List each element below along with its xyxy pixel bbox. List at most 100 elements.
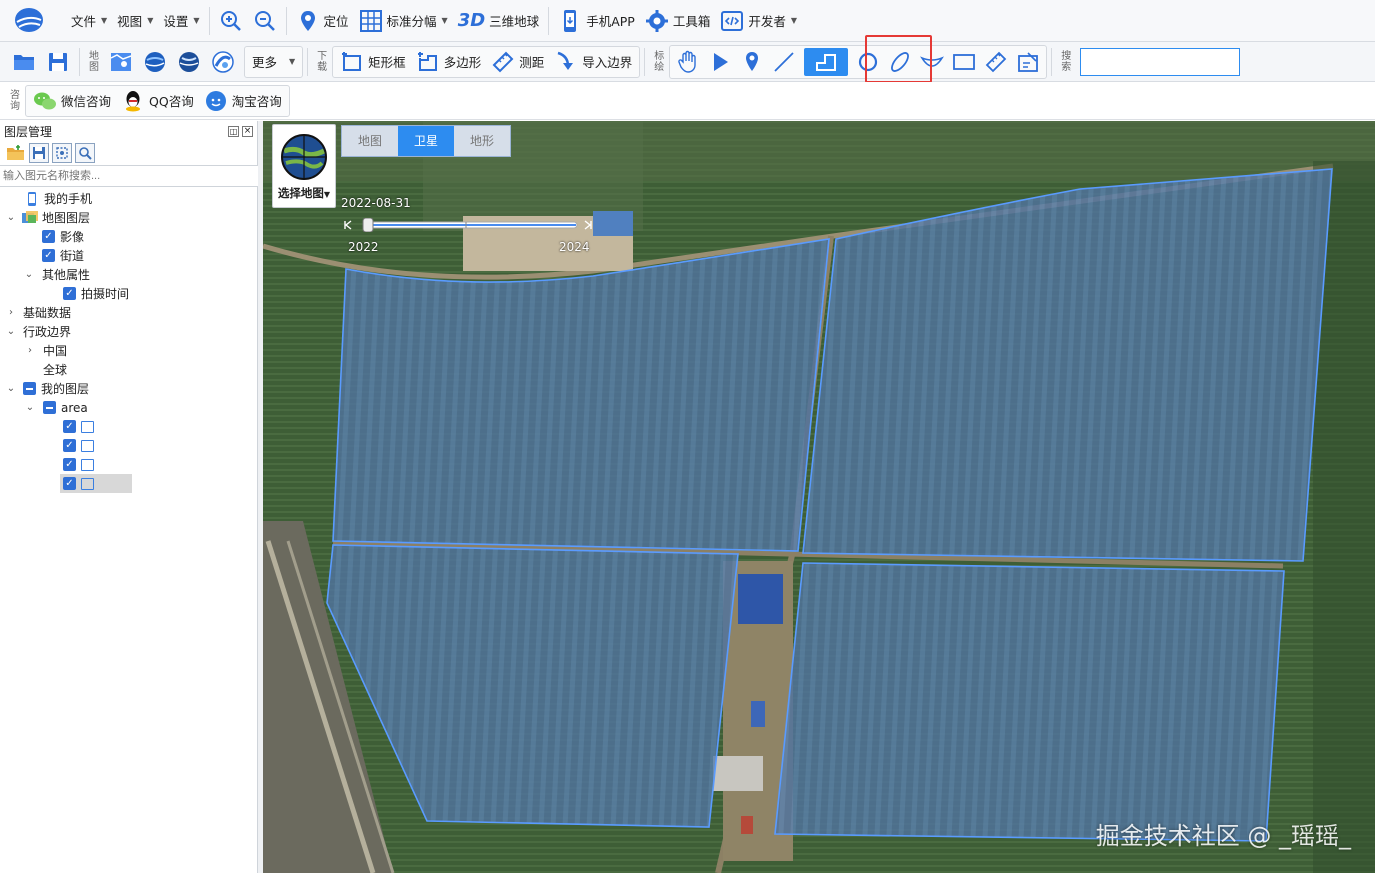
tree-item-label: 行政边界: [23, 325, 72, 339]
float-panel-icon[interactable]: ◫: [228, 125, 239, 137]
map-source-button[interactable]: [104, 47, 138, 77]
tree-item-polygon-2[interactable]: ✓: [0, 436, 257, 455]
checkbox-checked[interactable]: ✓: [63, 458, 76, 471]
close-icon[interactable]: ×: [242, 125, 253, 137]
area-polygon-4[interactable]: [774, 562, 1285, 842]
phone-icon: [564, 9, 577, 32]
developer-button[interactable]: 开发者 ▼: [715, 6, 802, 36]
layer-search-input[interactable]: [0, 165, 258, 187]
menu-view[interactable]: 视图 ▼: [112, 6, 158, 36]
arcgis-button[interactable]: [206, 47, 240, 77]
tree-item-other-props[interactable]: ⌄ 其他属性: [0, 265, 257, 284]
open-button[interactable]: [0, 47, 41, 77]
google-maps-button[interactable]: [172, 47, 206, 77]
chevron-right-icon[interactable]: ›: [4, 307, 18, 318]
menu-view-label: 视图: [117, 14, 143, 29]
rectangle-draw-icon[interactable]: [952, 50, 976, 74]
hand-pan-icon[interactable]: [676, 50, 700, 74]
checkbox-checked[interactable]: ✓: [63, 420, 76, 433]
tree-item-admin-boundary[interactable]: ⌄ 行政边界: [0, 322, 257, 341]
globe-icon: [145, 51, 165, 72]
developer-label: 开发者: [748, 14, 786, 29]
map-pin-icon[interactable]: [740, 50, 764, 74]
polygon-button[interactable]: 多边形: [411, 47, 487, 77]
search-layer-button[interactable]: [75, 143, 95, 163]
app-logo-icon: [15, 7, 43, 32]
tree-item-polygon-3[interactable]: ✓: [0, 455, 257, 474]
ellipse-draw-icon[interactable]: [888, 50, 912, 74]
zoom-out-button[interactable]: [248, 6, 282, 36]
tree-item-base-data[interactable]: › 基础数据: [0, 303, 257, 322]
line-draw-icon[interactable]: [772, 50, 796, 74]
tree-item-area[interactable]: ⌄ area: [0, 398, 257, 417]
checkbox-checked[interactable]: ✓: [42, 230, 55, 243]
timeline-next-icon[interactable]: [584, 220, 592, 230]
tree-item-streets[interactable]: ✓ 街道: [0, 246, 257, 265]
timeline-prev-icon[interactable]: [344, 220, 352, 230]
tree-item-my-layers[interactable]: ⌄ 我的图层: [0, 379, 257, 398]
more-label: 更多: [252, 55, 278, 70]
checkbox-checked[interactable]: ✓: [63, 287, 76, 300]
basemap-selector[interactable]: 选择地图▼: [272, 124, 336, 208]
map-pin-icon: [300, 10, 315, 31]
google-earth-button[interactable]: [138, 47, 172, 77]
tab-map[interactable]: 地图: [342, 126, 398, 156]
more-maps-dropdown[interactable]: 更多 ▼: [244, 45, 304, 78]
qq-consult-button[interactable]: QQ咨询: [116, 86, 199, 116]
search-input[interactable]: [1080, 47, 1241, 76]
chevron-down-icon[interactable]: ⌄: [22, 269, 36, 280]
tab-terrain[interactable]: 地形: [454, 126, 510, 156]
rect-frame-button[interactable]: 矩形框: [335, 47, 411, 77]
tree-item-label: 拍摄时间: [81, 287, 130, 301]
separator: [79, 47, 80, 76]
checkbox-checked[interactable]: ✓: [42, 249, 55, 262]
tree-item-global[interactable]: 全球: [0, 360, 257, 379]
zoom-in-button[interactable]: [214, 6, 248, 36]
tool-toolbar: 地图 更多 ▼ 下载 矩形框 多边形 测距 导入边界 标绘 搜索: [0, 42, 1375, 82]
locate-button[interactable]: 定位: [291, 6, 354, 36]
menu-settings[interactable]: 设置 ▼: [158, 6, 204, 36]
tree-item-imagery[interactable]: ✓ 影像: [0, 227, 257, 246]
ruler-icon[interactable]: [984, 50, 1008, 74]
timeline-slider[interactable]: [341, 218, 595, 232]
checkbox-checked[interactable]: ✓: [63, 439, 76, 452]
more-maps-button[interactable]: 更多 ▼: [247, 47, 300, 77]
tree-item-polygon-4-selected[interactable]: ✓: [60, 474, 132, 493]
chevron-down-icon[interactable]: ⌄: [23, 402, 37, 413]
map-view[interactable]: 选择地图▼ 地图 卫星 地形 2022-08-31 2022 2024 掘金技术…: [263, 121, 1375, 873]
mobile-app-button[interactable]: 手机APP: [553, 6, 640, 36]
checkbox-partial[interactable]: [23, 382, 36, 395]
checkbox-checked[interactable]: ✓: [63, 477, 76, 490]
checkbox-partial[interactable]: [43, 401, 56, 414]
menu-file[interactable]: 文件 ▼: [66, 6, 112, 36]
curve-draw-icon[interactable]: [920, 50, 945, 74]
tree-item-polygon-1[interactable]: ✓: [0, 417, 257, 436]
chevron-right-icon[interactable]: ›: [23, 345, 37, 356]
timeline-handle[interactable]: [362, 218, 374, 232]
folder-open-icon[interactable]: [6, 143, 26, 163]
circle-draw-icon[interactable]: [856, 50, 880, 74]
area-polygon-1[interactable]: [332, 238, 830, 552]
chevron-down-icon[interactable]: ⌄: [4, 383, 18, 394]
taobao-consult-button[interactable]: 淘宝咨询: [199, 86, 287, 116]
select-features-button[interactable]: [52, 143, 72, 163]
area-measure-icon[interactable]: [1016, 50, 1040, 74]
measure-button[interactable]: 测距: [486, 47, 549, 77]
layer-panel-tools: [0, 141, 257, 165]
save-button[interactable]: [41, 47, 75, 77]
chevron-down-icon[interactable]: ⌄: [4, 212, 18, 223]
wechat-consult-button[interactable]: 微信咨询: [28, 86, 116, 116]
tree-item-china[interactable]: › 中国: [0, 341, 257, 360]
save-layer-button[interactable]: [29, 143, 49, 163]
polygon-draw-button[interactable]: [804, 47, 849, 76]
tab-satellite[interactable]: 卫星: [398, 126, 454, 156]
standard-sheet-button[interactable]: 标准分幅 ▼: [354, 6, 453, 36]
globe-3d-button[interactable]: 3D 三维地球: [453, 6, 544, 36]
chevron-down-icon[interactable]: ⌄: [4, 326, 18, 337]
tree-item-my-phone[interactable]: 我的手机: [0, 189, 257, 208]
tree-item-capture-time[interactable]: ✓ 拍摄时间: [0, 284, 257, 303]
import-boundary-button[interactable]: 导入边界: [549, 47, 637, 77]
arrow-pointer-icon[interactable]: [708, 50, 732, 74]
tree-item-map-layers[interactable]: ⌄ 地图图层: [0, 208, 257, 227]
toolbox-button[interactable]: 工具箱: [640, 6, 716, 36]
